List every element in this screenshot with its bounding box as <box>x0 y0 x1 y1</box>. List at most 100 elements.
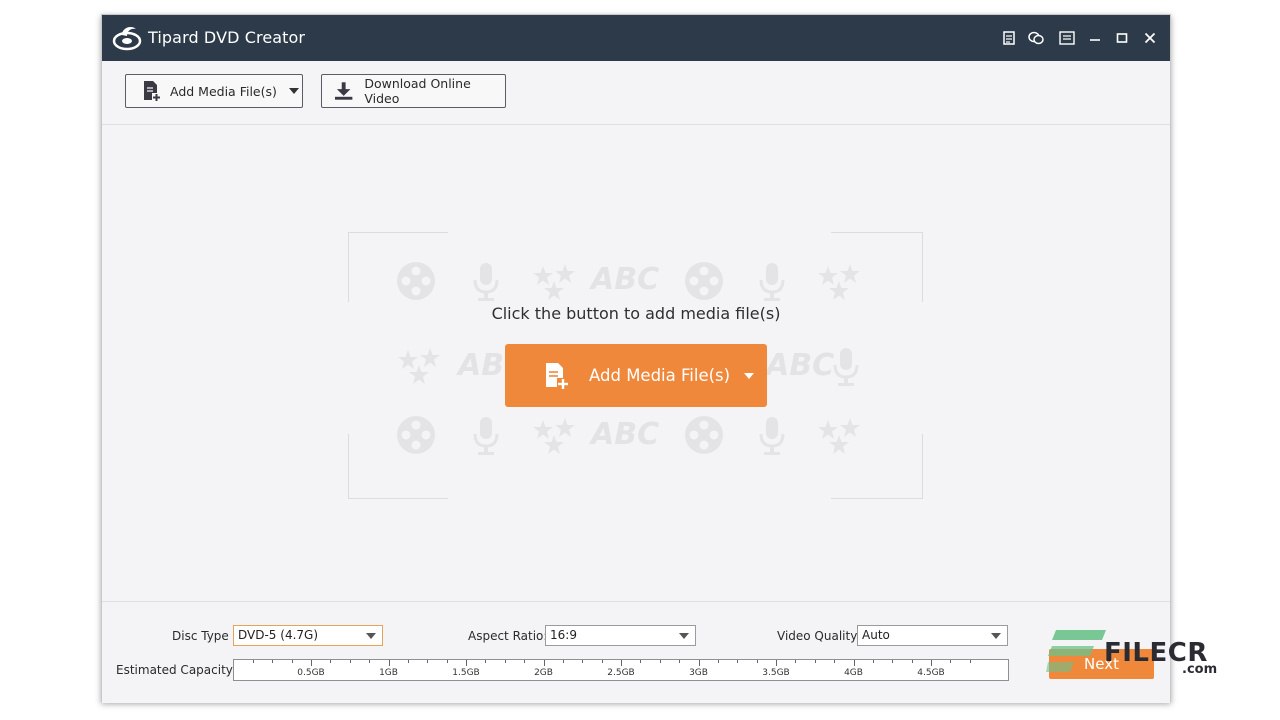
capacity-tick-label: 4.5GB <box>917 668 945 678</box>
maximize-icon <box>1116 33 1128 43</box>
aspect-ratio-label: Aspect Ratio: <box>468 629 548 643</box>
capacity-tick <box>911 660 913 663</box>
capacity-tick <box>407 660 409 663</box>
video-quality-label: Video Quality: <box>777 629 861 643</box>
microphone-icon <box>759 263 785 301</box>
app-title: Tipard DVD Creator <box>148 28 306 47</box>
stars-icon <box>398 348 440 384</box>
stars-icon <box>818 418 860 454</box>
capacity-tick <box>369 660 371 663</box>
capacity-tick <box>717 660 719 663</box>
capacity-tick <box>349 660 351 663</box>
menu-button[interactable] <box>1056 27 1078 49</box>
capacity-tick <box>543 660 545 666</box>
capacity-tick <box>446 660 448 663</box>
download-label: Download Online Video <box>364 76 471 106</box>
film-reel-icon <box>397 416 435 454</box>
capacity-tick <box>311 660 312 666</box>
capacity-tick <box>427 660 429 663</box>
capacity-tick <box>931 660 932 666</box>
app-logo-icon <box>112 27 142 51</box>
stars-icon <box>533 418 575 454</box>
capacity-tick <box>872 660 874 663</box>
capacity-tick <box>524 660 526 663</box>
toolbar: Add Media File(s) Download Online Video <box>102 61 1170 125</box>
close-button[interactable] <box>1139 27 1161 49</box>
film-reel-icon <box>397 262 435 300</box>
settings-panel: Disc Type DVD-5 (4.7G) Aspect Ratio: 16:… <box>102 601 1170 703</box>
capacity-tick <box>776 660 777 666</box>
film-reel-icon <box>685 416 723 454</box>
watermark-abc: ABC <box>591 417 660 452</box>
capacity-tick <box>621 660 622 666</box>
capacity-tick-label: 1GB <box>379 668 398 678</box>
media-drop-area[interactable]: ABC ABC ABC ABC Click the button to add … <box>102 126 1170 601</box>
disc-type-select[interactable]: DVD-5 (4.7G) <box>233 625 383 646</box>
app-window: Tipard DVD Creator Add Media File(s) Dow… <box>101 14 1171 703</box>
film-reel-icon <box>685 262 723 300</box>
capacity-bar: 0.5GB 1GB 1.5GB 2GB 2.5GB 3GB 3.5GB 4GB 4.5GB <box>233 659 1009 681</box>
capacity-tick <box>640 660 642 663</box>
microphone-icon <box>473 417 499 455</box>
menu-icon <box>1059 31 1075 45</box>
microphone-icon <box>833 348 859 386</box>
capacity-tick <box>679 660 681 663</box>
maximize-button[interactable] <box>1111 27 1133 49</box>
capacity-tick-label: 3.5GB <box>762 668 790 678</box>
feedback-button[interactable] <box>1025 27 1047 49</box>
filecr-suffix: .com <box>1182 662 1218 677</box>
capacity-tick-label: 0.5GB <box>297 668 325 678</box>
capacity-tick <box>892 660 894 663</box>
capacity-tick <box>756 660 758 663</box>
stars-icon <box>533 264 575 300</box>
disc-type-value: DVD-5 (4.7G) <box>238 628 319 642</box>
add-media-button[interactable]: Add Media File(s) <box>125 74 303 108</box>
add-media-main-label: Add Media File(s) <box>589 366 731 385</box>
capacity-tick <box>504 660 506 663</box>
feedback-icon <box>1028 31 1044 45</box>
microphone-icon <box>759 417 785 455</box>
watermark-abc: ABC <box>591 262 660 297</box>
capacity-tick <box>659 660 661 663</box>
chevron-down-icon <box>679 633 689 639</box>
capacity-tick-label: 1.5GB <box>452 668 480 678</box>
download-online-video-button[interactable]: Download Online Video <box>321 74 506 108</box>
title-bar[interactable]: Tipard DVD Creator <box>102 15 1170 61</box>
capacity-tick <box>601 660 603 663</box>
capacity-tick <box>969 660 971 663</box>
register-icon <box>1003 31 1015 45</box>
add-file-icon <box>546 362 569 390</box>
filecr-watermark: FILECR .com <box>1046 628 1218 684</box>
capacity-tick <box>737 660 739 663</box>
capacity-tick <box>795 660 797 663</box>
capacity-tick-label: 4GB <box>844 668 863 678</box>
aspect-ratio-value: 16:9 <box>550 628 577 642</box>
minimize-button[interactable] <box>1084 27 1106 49</box>
disc-type-label: Disc Type <box>172 629 229 643</box>
capacity-tick <box>950 660 952 663</box>
capacity-tick <box>562 660 564 663</box>
capacity-tick <box>814 660 816 663</box>
chevron-down-icon <box>991 633 1001 639</box>
add-media-main-button[interactable]: Add Media File(s) <box>505 344 767 407</box>
capacity-tick <box>272 660 274 663</box>
close-icon <box>1144 32 1156 44</box>
minimize-icon <box>1090 39 1100 41</box>
register-button[interactable] <box>998 27 1020 49</box>
stars-icon <box>818 264 860 300</box>
video-quality-select[interactable]: Auto <box>857 625 1008 646</box>
microphone-icon <box>473 263 499 301</box>
capacity-tick <box>330 660 332 663</box>
capacity-tick <box>388 660 390 666</box>
filecr-logo-icon <box>1046 630 1106 672</box>
capacity-tick <box>485 660 487 663</box>
capacity-tick <box>252 660 254 663</box>
capacity-tick-label: 2.5GB <box>607 668 635 678</box>
capacity-tick <box>853 660 855 666</box>
aspect-ratio-select[interactable]: 16:9 <box>545 625 696 646</box>
capacity-tick <box>834 660 836 663</box>
video-quality-value: Auto <box>862 628 890 642</box>
estimated-capacity-label: Estimated Capacity: <box>116 663 237 677</box>
watermark-abc: ABC <box>766 348 835 383</box>
add-media-label: Add Media File(s) <box>170 83 277 99</box>
